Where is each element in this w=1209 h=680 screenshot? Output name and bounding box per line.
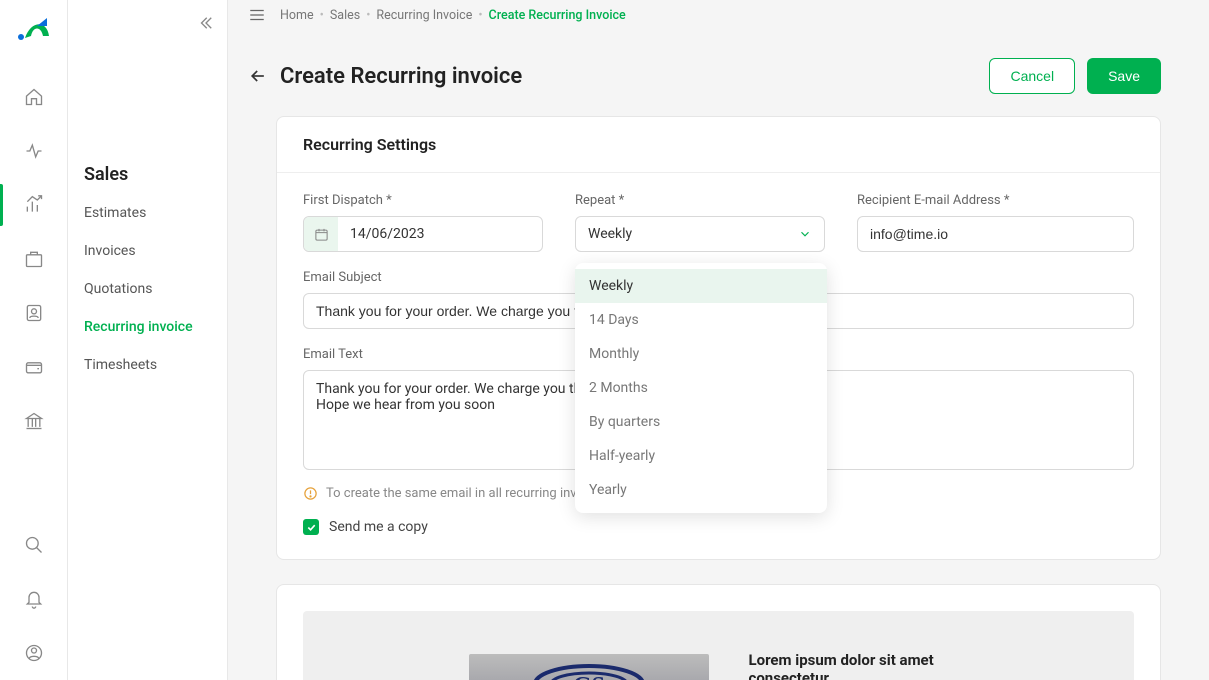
page-title: Create Recurring invoice	[280, 64, 522, 89]
repeat-option-quarters[interactable]: By quarters	[575, 405, 827, 439]
back-arrow-icon[interactable]	[248, 66, 268, 86]
sidebar-item-quotations[interactable]: Quotations	[68, 273, 227, 305]
preview-company-name: Lorem ipsum dolor sit amet consectetur.	[749, 651, 969, 680]
nav-bell-icon[interactable]	[13, 578, 55, 620]
chevron-down-icon	[798, 227, 812, 241]
first-dispatch-label: First Dispatch *	[303, 193, 543, 208]
sidebar: Sales Estimates Invoices Quotations Recu…	[68, 0, 228, 680]
nav-wallet-icon[interactable]	[13, 346, 55, 388]
breadcrumb-sales[interactable]: Sales	[330, 8, 360, 23]
sidebar-item-recurring-invoice[interactable]: Recurring invoice	[68, 311, 227, 343]
preview-card: GS Lorem ipsum dolor sit amet consectetu…	[276, 584, 1161, 680]
app-logo	[16, 12, 52, 48]
breadcrumb-current: Create Recurring Invoice	[489, 8, 626, 23]
warning-icon	[303, 486, 318, 501]
nav-home-icon[interactable]	[13, 76, 55, 118]
repeat-label: Repeat *	[575, 193, 825, 208]
card-header: Recurring Settings	[277, 117, 1160, 173]
menu-icon[interactable]	[248, 6, 266, 24]
sidebar-section-title: Sales	[68, 14, 227, 197]
calendar-icon	[304, 217, 338, 251]
repeat-select[interactable]: Weekly	[575, 216, 825, 252]
sidebar-item-invoices[interactable]: Invoices	[68, 235, 227, 267]
nav-search-icon[interactable]	[13, 524, 55, 566]
company-logo-image: GS	[469, 654, 709, 680]
save-button[interactable]: Save	[1087, 58, 1161, 94]
send-copy-label: Send me a copy	[329, 519, 428, 535]
collapse-sidebar-icon[interactable]	[197, 14, 215, 32]
sidebar-item-estimates[interactable]: Estimates	[68, 197, 227, 229]
nav-contacts-icon[interactable]	[13, 292, 55, 334]
nav-user-icon[interactable]	[13, 632, 55, 674]
nav-analytics-icon[interactable]	[13, 184, 55, 226]
recipient-email-label: Recipient E-mail Address *	[857, 193, 1134, 208]
sidebar-item-timesheets[interactable]: Timesheets	[68, 349, 227, 381]
send-copy-checkbox[interactable]	[303, 519, 319, 535]
repeat-dropdown: Weekly 14 Days Monthly 2 Months By quart…	[575, 263, 827, 513]
repeat-option-weekly[interactable]: Weekly	[575, 269, 827, 303]
nav-bank-icon[interactable]	[13, 400, 55, 442]
recipient-email-input[interactable]	[857, 216, 1134, 252]
nav-activity-icon[interactable]	[13, 130, 55, 172]
repeat-option-14days[interactable]: 14 Days	[575, 303, 827, 337]
recurring-settings-card: Recurring Settings First Dispatch * 14/0…	[276, 116, 1161, 560]
nav-rail	[0, 0, 68, 680]
repeat-option-yearly[interactable]: Yearly	[575, 473, 827, 507]
repeat-option-2months[interactable]: 2 Months	[575, 371, 827, 405]
cancel-button[interactable]: Cancel	[989, 58, 1075, 94]
breadcrumb-recurring[interactable]: Recurring Invoice	[376, 8, 472, 23]
breadcrumb-home[interactable]: Home	[280, 8, 314, 23]
repeat-option-halfyear[interactable]: Half-yearly	[575, 439, 827, 473]
hint-text: To create the same email in all recurrin…	[326, 486, 601, 501]
main-content: Home • Sales • Recurring Invoice • Creat…	[228, 0, 1209, 680]
repeat-option-monthly[interactable]: Monthly	[575, 337, 827, 371]
svg-text:GS: GS	[572, 673, 604, 680]
repeat-selected-value: Weekly	[588, 226, 632, 242]
first-dispatch-value: 14/06/2023	[338, 226, 437, 242]
first-dispatch-input[interactable]: 14/06/2023	[303, 216, 543, 252]
nav-package-icon[interactable]	[13, 238, 55, 280]
